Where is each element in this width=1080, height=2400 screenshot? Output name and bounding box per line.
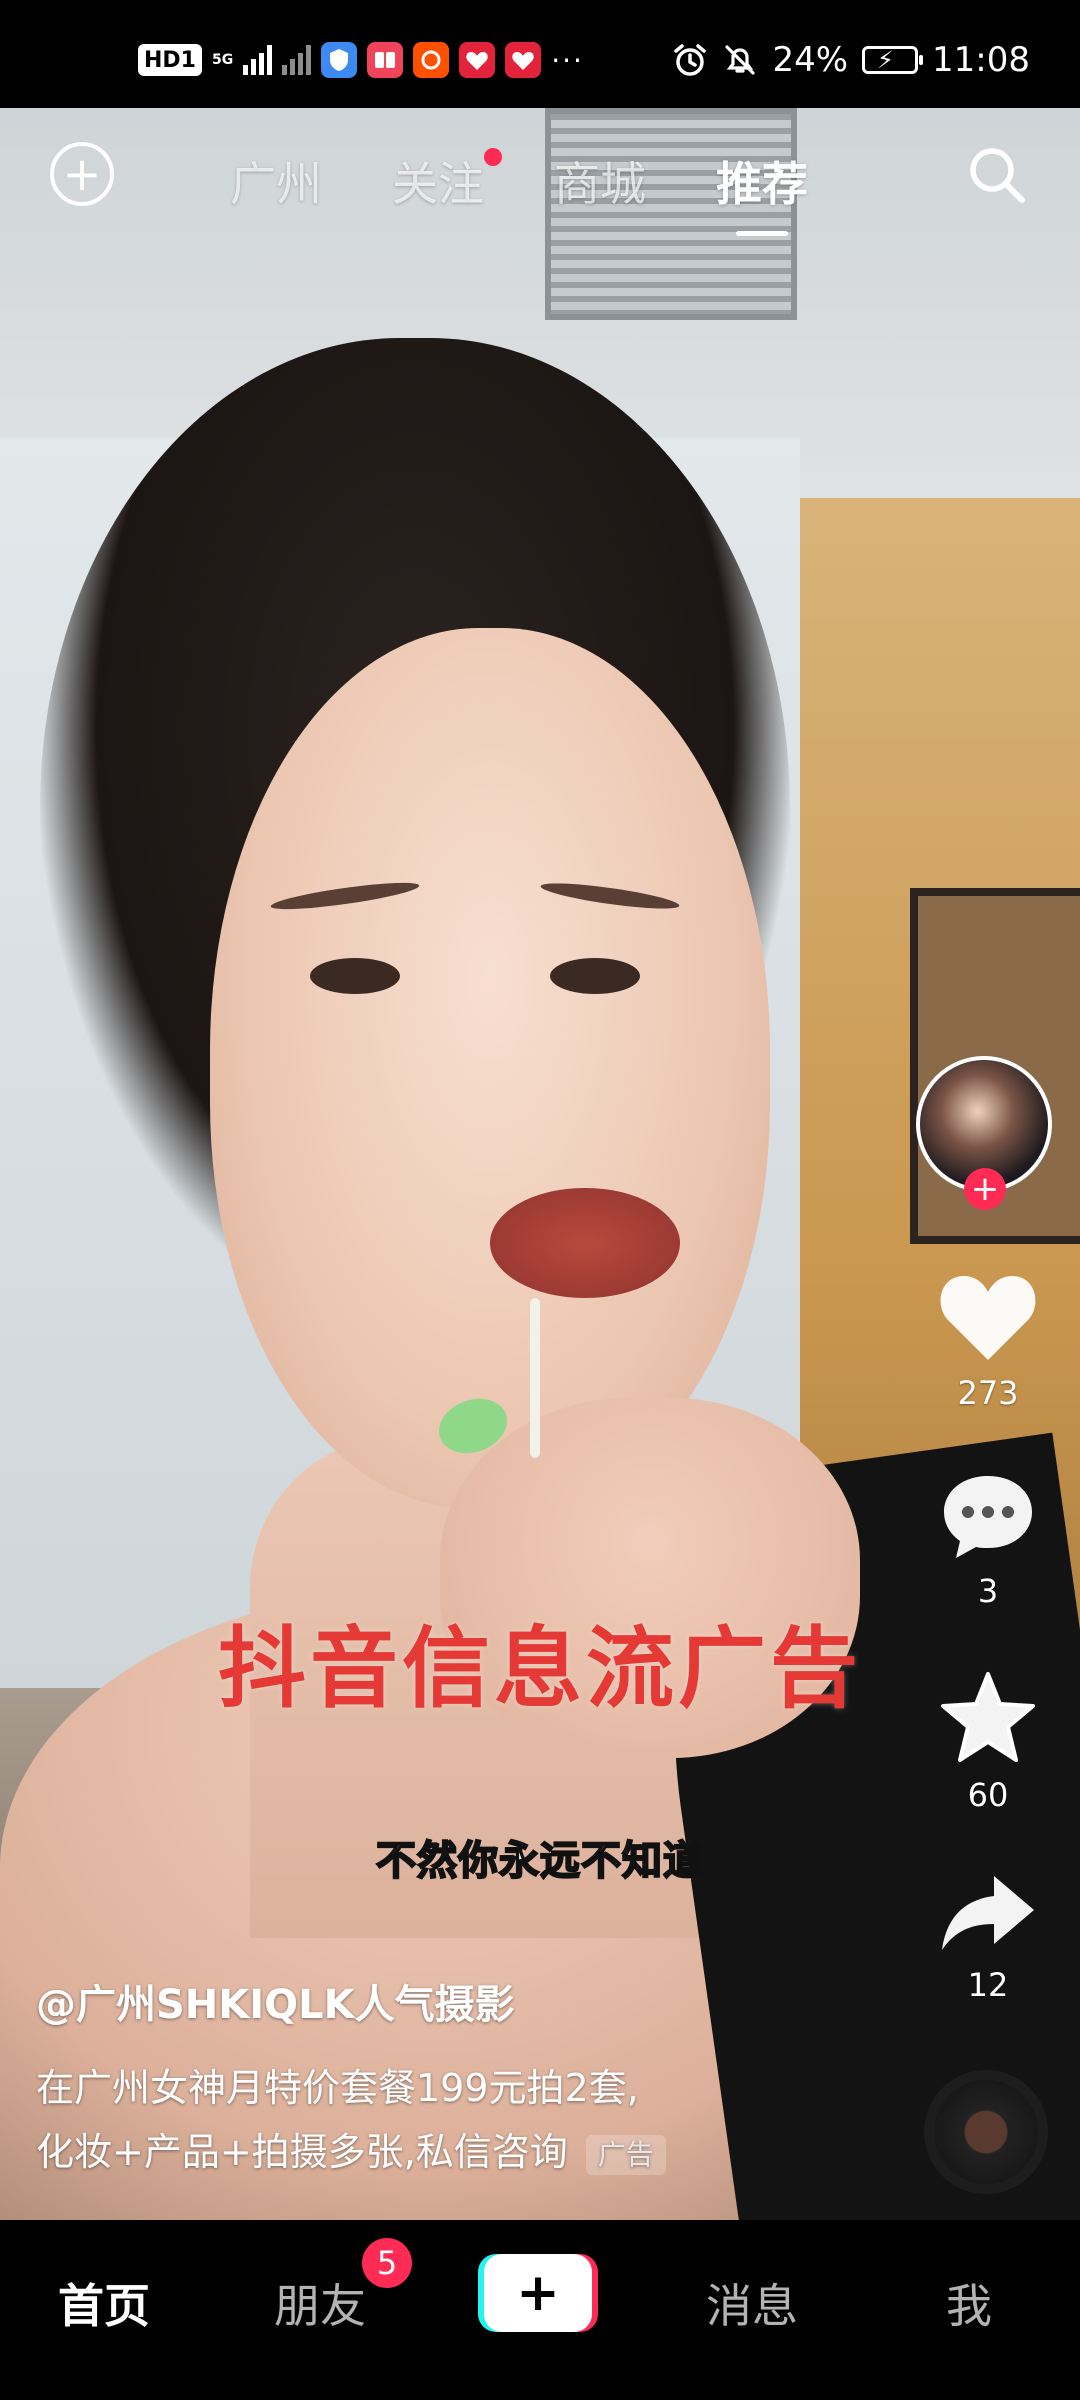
share-count: 12 (967, 1966, 1009, 2004)
like-count: 273 (957, 1374, 1019, 1412)
description-line-1: 在广州女神月特价套餐199元拍2套, (36, 2066, 639, 2110)
share-icon (942, 1876, 1034, 1950)
tab-recommended[interactable]: 推荐 (716, 148, 808, 236)
hd-badge: HD1 (138, 44, 202, 76)
follow-button[interactable]: + (964, 1168, 1006, 1210)
tab-following-label: 关注 (392, 157, 484, 211)
friends-badge: 5 (362, 2238, 412, 2288)
comment-button[interactable]: 3 (908, 1470, 1068, 1610)
description-line-2-wrap: 化妆+产品+拍摄多张,私信咨询 广告 (36, 2120, 796, 2184)
tab-mall[interactable]: 商城 (554, 148, 646, 214)
tab-local-label: 广州 (230, 157, 322, 211)
status-bar: HD1 5G ··· 24% ⚡ 11:08 (0, 0, 1080, 108)
charging-icon: ⚡ (877, 46, 894, 74)
video-cotton-swab (530, 1298, 540, 1458)
favorite-count: 60 (967, 1776, 1009, 1814)
active-tab-indicator (736, 231, 788, 236)
tab-local[interactable]: 广州 (230, 148, 322, 214)
shield-icon (321, 42, 358, 78)
nav-home[interactable]: 首页 (58, 2270, 150, 2336)
alarm-icon (674, 44, 707, 76)
video-caption: @广州SHKIQLK人气摄影 在广州女神月特价套餐199元拍2套, 化妆+产品+… (36, 1972, 796, 2184)
tab-recommended-label: 推荐 (716, 157, 808, 211)
music-disc-icon[interactable] (924, 2070, 1048, 2194)
bottom-nav: 首页 朋友 5 + 消息 我 (0, 2220, 1080, 2400)
more-notifications: ··· (551, 43, 584, 77)
description-line-2: 化妆+产品+拍摄多张,私信咨询 (36, 2130, 568, 2174)
signal-icon (243, 45, 273, 75)
nav-friends[interactable]: 朋友 (274, 2270, 366, 2336)
nav-me[interactable]: 我 (946, 2270, 992, 2336)
video-subject-lips (490, 1188, 680, 1298)
author-avatar-wrap: + (916, 1056, 1052, 1210)
top-nav: + 广州 关注 商城 推荐 (0, 108, 1080, 248)
battery-icon: ⚡ (862, 46, 924, 74)
create-button-face: + (484, 2254, 592, 2332)
heart-app-icon (459, 42, 496, 78)
tab-mall-label: 商城 (554, 157, 646, 211)
heart-app-icon (505, 42, 542, 78)
app-screen: HD1 5G ··· 24% ⚡ 11:08 抖音信息流广告 不然你永远不知道 … (0, 0, 1080, 2400)
tab-following[interactable]: 关注 (392, 148, 502, 214)
video-subject-face (210, 628, 770, 1508)
status-left: HD1 5G ··· (138, 40, 584, 80)
comment-icon (944, 1476, 1032, 1558)
clock: 11:08 (932, 40, 1030, 80)
battery-percent: 24% (772, 40, 849, 80)
new-content-dot (484, 148, 502, 166)
share-button[interactable]: 12 (908, 1870, 1068, 2004)
status-right: 24% ⚡ 11:08 (672, 40, 1030, 80)
mute-icon (725, 45, 756, 75)
heart-icon (940, 1276, 1036, 1360)
plus-icon: + (516, 2263, 560, 2323)
like-button[interactable]: 273 (908, 1270, 1068, 1412)
taobao-icon (413, 42, 450, 78)
signal-2-icon (282, 45, 312, 75)
author-name[interactable]: @广州SHKIQLK人气摄影 (36, 1972, 796, 2030)
search-icon[interactable] (964, 142, 1030, 208)
ad-tag: 广告 (585, 2134, 666, 2175)
star-icon (941, 1672, 1035, 1762)
create-button[interactable]: + (478, 2254, 598, 2332)
comment-count: 3 (977, 1572, 999, 1610)
reader-icon (367, 42, 404, 78)
video-description: 在广州女神月特价套餐199元拍2套, 化妆+产品+拍摄多张,私信咨询 广告 (36, 2056, 796, 2184)
network-type: 5G (211, 52, 234, 68)
add-icon[interactable]: + (50, 142, 114, 206)
favorite-button[interactable]: 60 (908, 1670, 1068, 1814)
feed-tabs: 广州 关注 商城 推荐 (230, 148, 808, 236)
nav-messages[interactable]: 消息 (706, 2270, 798, 2336)
